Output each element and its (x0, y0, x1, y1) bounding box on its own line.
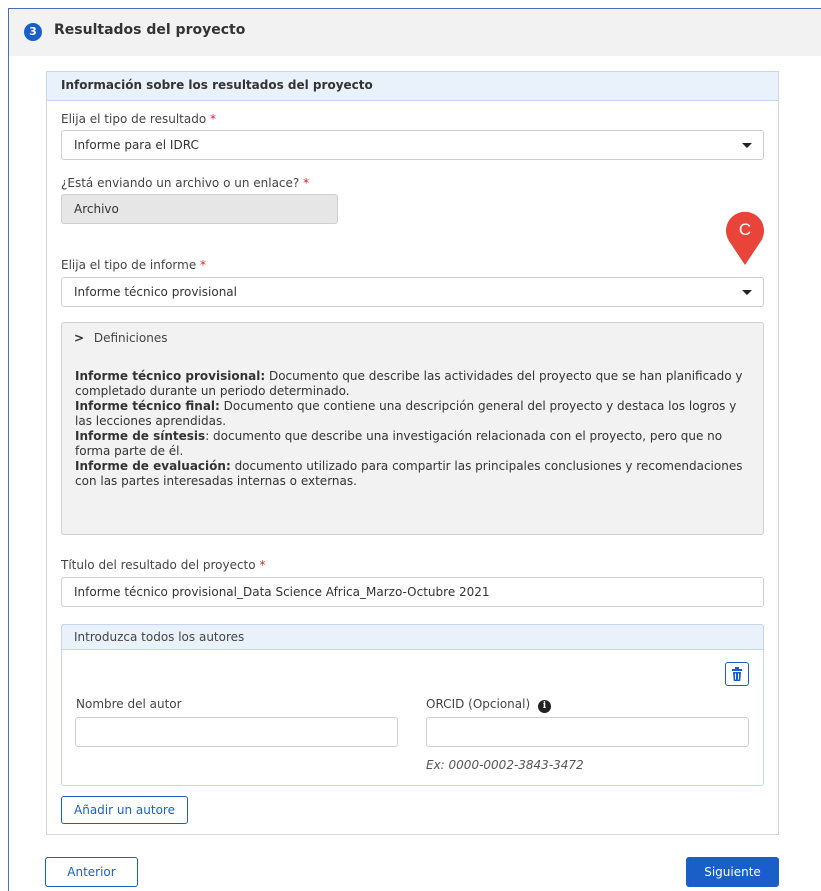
section-title: Resultados del proyecto (54, 22, 246, 38)
required-marker: * (200, 258, 207, 272)
step-number-badge: 3 (24, 23, 42, 41)
definitions-toggle[interactable]: > Definiciones (74, 331, 167, 345)
result-type-label: Elija el tipo de resultado * (61, 112, 216, 126)
definition-item: Informe de síntesis: documento que descr… (75, 429, 723, 458)
file-or-link-label: ¿Está enviando un archivo o un enlace? * (61, 176, 310, 190)
definition-item: Informe de evaluación: documento utiliza… (75, 459, 743, 488)
trash-icon (732, 667, 742, 681)
result-type-value: Informe para el IDRC (74, 138, 199, 152)
author-name-input[interactable] (75, 717, 398, 747)
caret-down-icon (742, 290, 752, 295)
card-title: Información sobre los resultados del pro… (61, 78, 373, 92)
previous-button[interactable]: Anterior (45, 857, 138, 887)
definitions-toggle-label: Definiciones (93, 331, 168, 345)
required-marker: * (303, 176, 310, 190)
output-title-label: Título del resultado del proyecto * (61, 558, 266, 572)
report-type-label: Elija el tipo de informe * (61, 258, 207, 272)
author-name-label: Nombre del autor (76, 697, 182, 711)
required-marker: * (210, 112, 216, 126)
add-author-button[interactable]: Añadir un autore (61, 796, 188, 824)
report-type-value: Informe técnico provisional (74, 285, 237, 299)
required-marker: * (259, 558, 266, 572)
definition-item: Informe técnico final: Documento que con… (75, 399, 737, 428)
next-button[interactable]: Siguiente (686, 857, 779, 887)
result-type-select[interactable]: Informe para el IDRC (61, 130, 764, 160)
orcid-hint: Ex: 0000-0002-3843-3472 (426, 758, 584, 772)
report-type-select[interactable]: Informe técnico provisional (61, 277, 764, 307)
orcid-label: ORCID (Opcional) i (426, 697, 551, 713)
delete-author-button[interactable] (725, 662, 749, 686)
annotation-marker-letter: C (739, 220, 751, 239)
info-icon[interactable]: i (537, 700, 551, 713)
authors-title: Introduzca todos los autores (74, 630, 245, 644)
caret-down-icon (742, 143, 752, 148)
definitions-text: Informe técnico provisional: Documento q… (75, 369, 755, 489)
annotation-marker-pin: C (726, 211, 764, 265)
definition-item: Informe técnico provisional: Documento q… (75, 369, 743, 398)
file-or-link-field: Archivo (61, 194, 338, 224)
chevron-right-icon: > (74, 331, 85, 345)
orcid-input[interactable] (426, 717, 749, 747)
output-title-input[interactable]: Informe técnico provisional_Data Science… (61, 577, 764, 607)
